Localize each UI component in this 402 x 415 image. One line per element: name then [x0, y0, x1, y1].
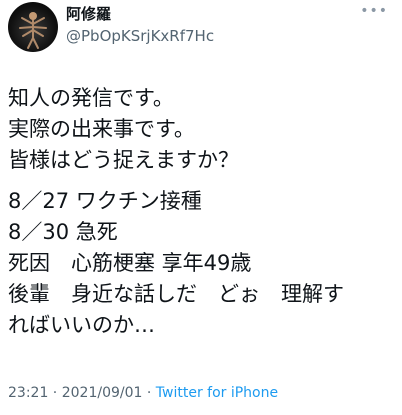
tweet-paragraph: 8／27 ワクチン接種 8／30 急死 死因 心筋梗塞 享年49歳 後輩 身近な…	[8, 186, 396, 341]
more-dots-icon[interactable]: •••	[360, 4, 388, 18]
tweet-meta: 23:21 · 2021/09/01 · Twitter for iPhone	[8, 384, 278, 402]
tweet-time[interactable]: 23:21	[8, 385, 48, 401]
display-name[interactable]: 阿修羅	[66, 5, 111, 23]
meta-separator: ·	[142, 385, 156, 401]
tweet-line: 8／30 急死	[8, 220, 118, 244]
tweet-line: 死因 心筋梗塞 享年49歳	[8, 251, 252, 275]
tweet-text: 知人の発信です。 実際の出来事です。 皆様はどう捉えますか？ 8／27 ワクチン…	[8, 83, 396, 341]
avatar-figure-icon	[19, 12, 47, 49]
tweet-line: 後輩 身近な話しだ どぉ 理解す	[8, 282, 344, 306]
tweet: 阿修羅 @PbOpKSrjKxRf7Hc ••• 知人の発信です。 実際の出来事…	[0, 0, 402, 415]
tweet-date[interactable]: 2021/09/01	[62, 385, 143, 401]
tweet-line: 皆様はどう捉えますか？	[8, 148, 239, 172]
tweet-line: 実際の出来事です。	[8, 117, 195, 141]
user-handle[interactable]: @PbOpKSrjKxRf7Hc	[66, 27, 214, 45]
tweet-source-link[interactable]: Twitter for iPhone	[156, 385, 278, 401]
meta-separator: ·	[48, 385, 62, 401]
tweet-paragraph: 知人の発信です。 実際の出来事です。 皆様はどう捉えますか？	[8, 83, 396, 176]
tweet-line: ればいいのか…	[8, 313, 155, 337]
tweet-line: 知人の発信です。	[8, 86, 174, 110]
avatar[interactable]	[8, 2, 58, 52]
tweet-line: 8／27 ワクチン接種	[8, 189, 202, 213]
